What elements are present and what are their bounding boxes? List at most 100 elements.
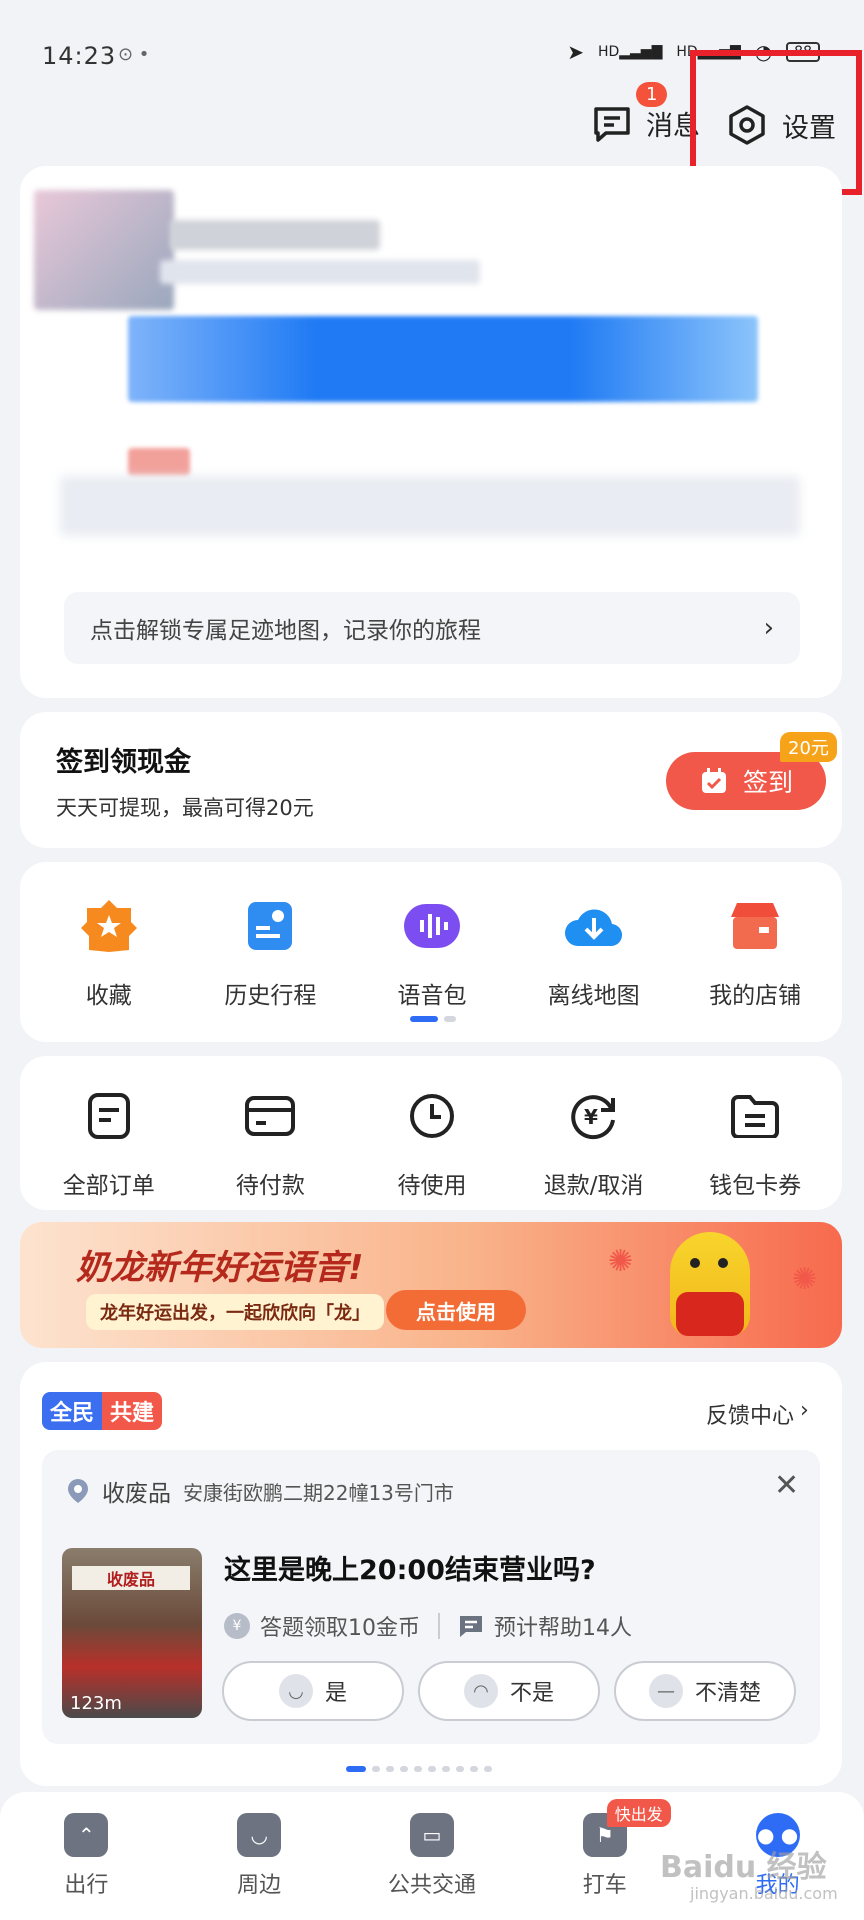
bus-icon: ▭ [409,1813,454,1857]
status-time: 14:23 [42,42,117,70]
nav-label: 周边 [237,1873,282,1898]
firework-icon: ✺ [608,1244,634,1279]
orders-grid: 全部订单 待付款 待使用 ¥ 退款/取消 钱包卡券 [28,1086,836,1200]
messages-badge: 1 [636,82,668,107]
answer-label: 不清楚 [694,1681,761,1706]
sign-in-subtitle: 天天可提现，最高可得20元 [56,796,314,820]
status-dot-icon: ⊙ • [118,44,150,65]
help-chat-icon [460,1616,482,1637]
offline-map-icon [564,896,624,956]
nav-label: 出行 [64,1873,109,1898]
tool-item-favorites[interactable]: 收藏 [34,896,184,1010]
profile-card: 点击解锁专属足迹地图，记录你的旅程 › [20,166,842,698]
poi-photo[interactable]: 收废品 123m [62,1548,202,1718]
frown-face-icon: ◠ [463,1674,498,1708]
poi-info: 收废品 安康街欧鹏二期22幢13号门市 [66,1474,454,1508]
tag-quanmin: 全民 [42,1392,103,1430]
banner-use-button[interactable]: 点击使用 [386,1290,526,1330]
neutral-face-icon: — [648,1674,683,1708]
voice-pack-icon [402,896,462,956]
answer-yes-button[interactable]: ◡ 是 [222,1661,404,1721]
question-meta: ¥ 答题领取10金币 预计帮助14人 [224,1610,632,1642]
nearby-icon: ◡ [237,1813,282,1857]
user-info-blurred [160,260,480,284]
banner-subtitle: 龙年好运出发，一起欣欣向「龙」 [86,1294,384,1330]
tools-grid: 收藏 历史行程 语音包 离线地图 我的店铺 [28,896,836,1010]
history-trip-icon [240,896,300,956]
tool-label: 我的店铺 [709,983,802,1009]
order-label: 全部订单 [62,1173,155,1199]
sign-in-title: 签到领现金 [56,747,191,778]
clock-icon [402,1086,462,1146]
order-list-icon [79,1086,139,1146]
avatar[interactable] [34,190,174,310]
nav-label: 公共交通 [387,1873,476,1898]
photo-sign: 收废品 [72,1566,190,1590]
tool-label: 离线地图 [547,983,640,1009]
nav-item-travel[interactable]: ⌃ 出行 [16,1813,156,1899]
crowdsource-page-indicator [346,1766,492,1772]
tool-label: 收藏 [85,983,132,1009]
tool-item-offline-map[interactable]: 离线地图 [519,896,669,1010]
tag-gongjian: 共建 [102,1392,163,1430]
order-label: 待付款 [235,1173,305,1199]
answer-label: 不是 [509,1681,554,1706]
order-label: 钱包卡券 [709,1173,802,1199]
tool-item-history-trips[interactable]: 历史行程 [195,896,345,1010]
sign-in-button-label: 签到 [742,768,793,797]
username-blurred [170,220,380,250]
poi-question: 这里是晚上20:00结束营业吗? [224,1555,596,1586]
order-item-pending-payment[interactable]: 待付款 [195,1086,345,1200]
footprint-map-entry[interactable]: 点击解锁专属足迹地图，记录你的旅程 › [64,592,800,664]
crowdsource-tag: 全民 共建 [42,1392,163,1430]
watermark: Baidu 经验 [660,1850,827,1885]
poi-address: 安康街欧鹏二期22幢13号门市 [183,1480,454,1505]
order-item-to-use[interactable]: 待使用 [357,1086,507,1200]
location-arrow-icon: ➤ [567,40,584,64]
nav-item-public-transit[interactable]: ▭ 公共交通 [362,1813,502,1899]
chevron-right-icon: › [800,1398,809,1423]
star-icon [79,896,139,956]
divider [438,1613,440,1639]
taxi-badge: 快出发 [606,1799,671,1827]
chevron-right-icon: › [763,613,774,643]
photo-distance: 123m [70,1693,122,1714]
tool-item-voice-pack[interactable]: 语音包 [357,896,507,1010]
level-banner-blurred[interactable] [128,316,758,402]
level-tag-blurred [128,448,190,476]
order-item-wallet-coupons[interactable]: 钱包卡券 [680,1086,830,1200]
nav-label: 打车 [582,1873,627,1898]
tool-item-my-shop[interactable]: 我的店铺 [680,896,830,1010]
shop-icon [725,896,785,956]
quick-stats-blurred[interactable] [60,476,800,536]
tool-label: 历史行程 [224,983,317,1009]
close-icon[interactable]: ✕ [774,1468,799,1503]
order-label: 退款/取消 [543,1173,644,1199]
travel-icon: ⌃ [64,1813,109,1857]
signal-icon: HD▂▃▅▇ [597,44,663,60]
watermark-url: jingyan.baidu.com [690,1884,838,1903]
banner-title: 奶龙新年好运语音! [76,1248,364,1288]
feedback-center-link[interactable]: 反馈中心 › [706,1398,809,1430]
nav-item-taxi[interactable]: ⚑ 打车 快出发 [535,1799,675,1899]
nav-item-nearby[interactable]: ◡ 周边 [189,1813,329,1899]
answer-no-button[interactable]: ◠ 不是 [418,1661,600,1721]
help-text: 预计帮助14人 [494,1616,632,1641]
refund-icon: ¥ [564,1086,624,1146]
message-icon [594,106,630,142]
order-item-refund[interactable]: ¥ 退款/取消 [519,1086,669,1200]
coupon-folder-icon [725,1086,785,1146]
poi-category: 收废品 [102,1481,171,1507]
answer-label: 是 [324,1681,347,1706]
smile-face-icon: ◡ [278,1674,313,1708]
wallet-card-icon [240,1086,300,1146]
promo-banner[interactable]: 奶龙新年好运语音! 龙年好运出发，一起欣欣向「龙」 点击使用 ✺ ✺ [20,1222,842,1348]
dragon-mascot-icon [670,1232,750,1336]
answer-unsure-button[interactable]: — 不清楚 [614,1661,796,1721]
tools-page-indicator [410,1016,456,1022]
coin-icon: ¥ [224,1613,250,1639]
svg-text:¥: ¥ [584,1105,598,1129]
messages-button[interactable]: 消息 [592,104,700,143]
order-item-all[interactable]: 全部订单 [34,1086,184,1200]
order-label: 待使用 [397,1173,467,1199]
